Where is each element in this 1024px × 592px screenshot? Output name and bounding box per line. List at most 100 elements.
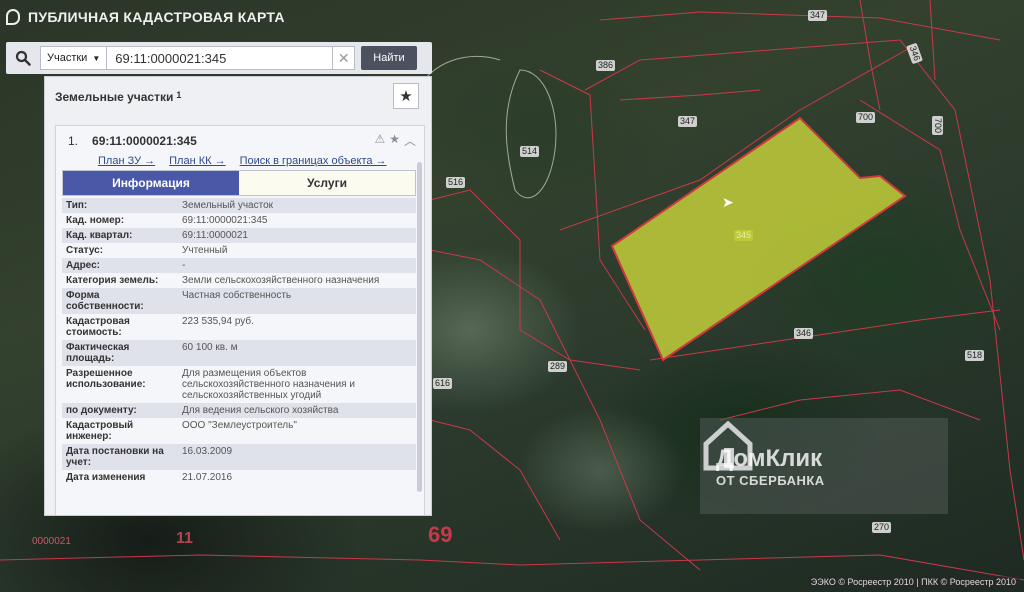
row-value: 60 100 кв. м	[178, 340, 416, 366]
selected-parcel-345[interactable]	[610, 116, 907, 362]
table-row: Дата изменения 21.07.2016	[62, 470, 416, 485]
row-value: 21.07.2016	[178, 470, 416, 485]
warning-icon[interactable]: ⚠	[374, 132, 385, 149]
parcel-label: 386	[596, 60, 616, 71]
star-icon[interactable]: ★	[389, 132, 400, 149]
tab-services[interactable]: Услуги	[239, 171, 415, 195]
row-value: 16.03.2009	[178, 444, 416, 470]
region-number: 69	[428, 522, 453, 547]
search-icon[interactable]	[6, 42, 40, 74]
row-key: Адрес:	[62, 258, 178, 273]
row-key: Кад. квартал:	[62, 228, 178, 243]
row-value: Для ведения сельского хозяйства	[178, 403, 416, 418]
row-value[interactable]: 69:11:0000021	[178, 228, 416, 243]
result-cadastral-id[interactable]: 69:11:0000021:345	[92, 134, 197, 148]
result-links: План ЗУ → План КК → Поиск в границах объ…	[56, 149, 424, 167]
find-button[interactable]: Найти	[361, 46, 417, 70]
table-row: по документу: Для ведения сельского хозяй…	[62, 403, 416, 418]
clear-search-button[interactable]: ✕	[333, 46, 356, 70]
row-value: Земельный участок	[178, 198, 416, 213]
row-key: по документу:	[62, 403, 178, 418]
row-key: Кадастровая стоимость:	[62, 314, 178, 340]
row-key: Дата постановки на учет:	[62, 444, 178, 470]
row-value: 69:11:0000021:345	[178, 213, 416, 228]
info-table: Тип: Земельный участок Кад. номер: 69:11:0…	[62, 198, 416, 485]
parcel-label: 518	[965, 350, 985, 361]
parcel-label: 346	[794, 328, 814, 339]
parcel-label: 347	[808, 10, 828, 21]
result-index: 1.	[68, 133, 79, 148]
table-row: Кадастровая стоимость: 223 535,94 руб.	[62, 314, 416, 340]
quarter-label: 0000021	[32, 536, 71, 547]
table-row: Статус: Учтенный	[62, 243, 416, 258]
row-key: Дата изменения	[62, 470, 178, 485]
row-key: Разрешенное использование:	[62, 366, 178, 403]
table-row: Тип: Земельный участок	[62, 198, 416, 213]
close-icon: ✕	[337, 49, 350, 66]
logo-icon	[6, 9, 20, 25]
house-logo-icon	[703, 420, 753, 471]
parcel-label: 270	[872, 522, 892, 533]
scope-select[interactable]: Участки ▼	[40, 46, 108, 70]
parcel-label: 700	[932, 115, 944, 136]
row-value: 223 535,94 руб.	[178, 314, 416, 340]
app-header: ПУБЛИЧНАЯ КАДАСТРОВАЯ КАРТА	[0, 0, 406, 34]
tab-info[interactable]: Информация	[63, 171, 239, 195]
scope-select-label: Участки	[47, 52, 88, 64]
row-key: Статус:	[62, 243, 178, 258]
result-count: 1	[176, 90, 182, 100]
row-key: Кадастровый инженер:	[62, 418, 178, 444]
domclick-watermark: ДомКлик ОТ СБЕРБАНКА	[700, 418, 948, 514]
cursor-icon: ➤	[722, 194, 734, 210]
row-key: Тип:	[62, 198, 178, 213]
table-row: Категория земель: Земли сельскохозяйствен…	[62, 273, 416, 288]
row-value: Частная собственность	[178, 288, 416, 314]
row-key: Фактическая площадь:	[62, 340, 178, 366]
panel-title: Земельные участки 1	[55, 90, 181, 104]
plan-kk-link[interactable]: План КК →	[169, 155, 225, 167]
plan-zu-link[interactable]: План ЗУ →	[98, 155, 155, 167]
table-row: Форма собственности: Частная собственност…	[62, 288, 416, 314]
parcel-label: 347	[678, 116, 698, 127]
app-title: ПУБЛИЧНАЯ КАДАСТРОВАЯ КАРТА	[28, 9, 285, 25]
row-value: Земли сельскохозяйственного назначения	[178, 273, 416, 288]
row-key: Форма собственности:	[62, 288, 178, 314]
table-row: Фактическая площадь: 60 100 кв. м	[62, 340, 416, 366]
result-card: 1. 69:11:0000021:345 ⚠ ★ ︿ План ЗУ → Пла…	[55, 125, 425, 515]
search-in-bounds-link[interactable]: Поиск в границах объекта →	[240, 155, 387, 167]
table-row: Адрес: -	[62, 258, 416, 273]
parcel-label-selected: 345	[734, 230, 754, 241]
row-value: -	[178, 258, 416, 273]
map-copyright: ЭЭКО © Росреестр 2010 | ПКК © Росреестр …	[806, 576, 1020, 588]
results-panel: Земельные участки 1 ★ 1. 69:11:0000021:34…	[44, 76, 432, 516]
row-key: Категория земель:	[62, 273, 178, 288]
row-value: Для размещения объектов сельскохозяйстве…	[178, 366, 416, 403]
watermark-sub: ОТ СБЕРБАНКА	[716, 472, 825, 488]
grid-number: 11	[176, 530, 193, 547]
panel-header: Земельные участки 1 ★	[45, 77, 431, 117]
result-tabs: Информация Услуги	[62, 170, 416, 196]
star-icon: ★	[399, 88, 413, 105]
parcel-label: 616	[433, 378, 453, 389]
search-input[interactable]	[107, 46, 334, 70]
table-row: Кад. номер: 69:11:0000021:345	[62, 213, 416, 228]
table-row: Разрешенное использование: Для размещения…	[62, 366, 416, 403]
chevron-up-icon[interactable]: ︿	[404, 132, 416, 149]
panel-title-text: Земельные участки	[55, 90, 174, 104]
table-row: Дата постановки на учет: 16.03.2009	[62, 444, 416, 470]
table-row: Кадастровый инженер: ООО "Землеустроитель…	[62, 418, 416, 444]
parcel-label: 289	[548, 361, 568, 372]
parcel-label: 700	[856, 112, 876, 123]
panel-scrollbar[interactable]	[417, 162, 422, 492]
row-value: Учтенный	[178, 243, 416, 258]
row-key: Кад. номер:	[62, 213, 178, 228]
search-bar: Участки ▼ ✕ Найти	[6, 42, 432, 74]
parcel-label: 516	[446, 177, 466, 188]
table-row: Кад. квартал: 69:11:0000021	[62, 228, 416, 243]
result-actions: ⚠ ★ ︿	[374, 132, 416, 149]
parcel-label: 514	[520, 146, 540, 157]
row-value: ООО "Землеустроитель"	[178, 418, 416, 444]
favorite-button[interactable]: ★	[393, 83, 419, 109]
result-header: 1. 69:11:0000021:345 ⚠ ★ ︿	[56, 126, 424, 149]
chevron-down-icon: ▼	[92, 53, 101, 63]
